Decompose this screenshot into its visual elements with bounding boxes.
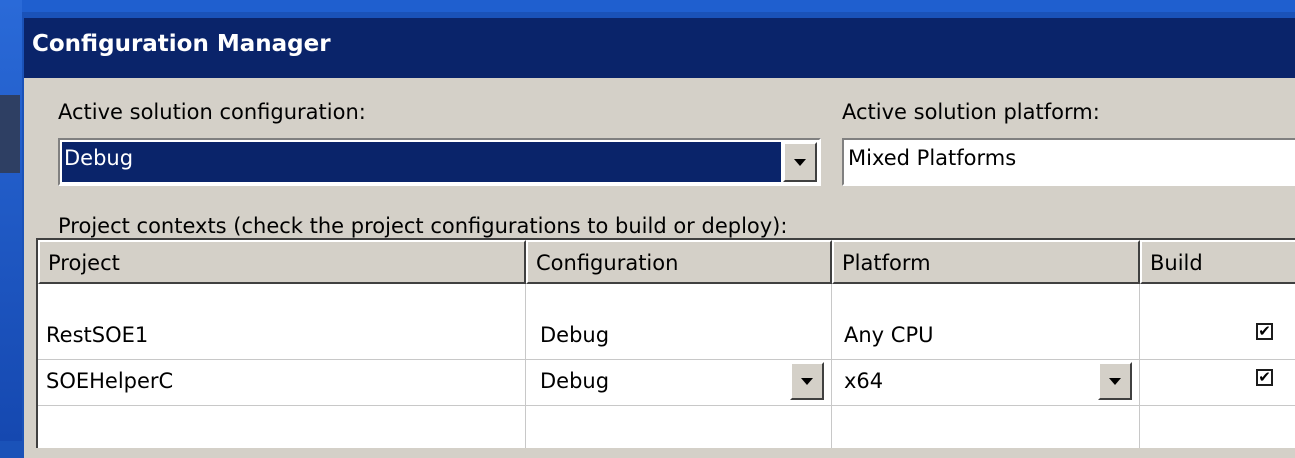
dialog-titlebar[interactable]: Configuration Manager <box>24 18 1295 78</box>
active-config-dropdown[interactable]: Debug <box>58 138 821 186</box>
checkmark-icon: ✔ <box>1258 368 1271 386</box>
active-config-label: Active solution configuration: <box>58 100 366 124</box>
platform-cell[interactable]: Any CPU <box>844 323 933 347</box>
active-platform-value: Mixed Platforms <box>848 146 1017 170</box>
active-config-dropdown-button[interactable] <box>783 142 817 182</box>
project-name-cell: SOEHelperC <box>46 369 174 393</box>
platform-cell[interactable]: x64 <box>844 369 883 393</box>
row-divider <box>38 405 1295 406</box>
column-divider <box>1139 284 1140 448</box>
active-config-value: Debug <box>64 146 134 170</box>
project-name-cell: RestSOE1 <box>46 323 149 347</box>
column-header-configuration[interactable]: Configuration <box>526 240 832 284</box>
project-contexts-grid: Project Configuration Platform Build Res… <box>36 238 1295 448</box>
column-header-build[interactable]: Build <box>1140 240 1295 284</box>
host-window-edge <box>0 0 22 441</box>
build-checkbox[interactable]: ✔ <box>1256 323 1273 340</box>
chevron-down-icon <box>801 378 813 385</box>
column-header-label: Configuration <box>536 251 679 275</box>
column-header-label: Project <box>48 251 120 275</box>
chevron-down-icon <box>1109 378 1121 385</box>
checkmark-icon: ✔ <box>1258 322 1271 340</box>
project-contexts-label: Project contexts (check the project conf… <box>58 214 788 238</box>
active-platform-label: Active solution platform: <box>842 100 1100 124</box>
row-divider <box>38 359 1295 360</box>
column-header-label: Platform <box>842 251 931 275</box>
column-header-project[interactable]: Project <box>38 240 526 284</box>
build-checkbox[interactable]: ✔ <box>1256 369 1273 386</box>
selection-highlight <box>62 142 781 182</box>
column-header-platform[interactable]: Platform <box>832 240 1140 284</box>
platform-dropdown-button[interactable] <box>1098 362 1132 400</box>
column-divider <box>831 284 832 448</box>
column-header-label: Build <box>1150 251 1203 275</box>
active-platform-dropdown[interactable]: Mixed Platforms <box>842 138 1295 186</box>
host-menu-strip <box>0 0 1295 12</box>
configuration-cell[interactable]: Debug <box>540 369 609 393</box>
chevron-down-icon <box>794 159 806 166</box>
column-divider <box>525 284 526 448</box>
configuration-cell[interactable]: Debug <box>540 323 609 347</box>
dialog-title: Configuration Manager <box>32 31 331 57</box>
host-side-panel <box>0 95 20 173</box>
configuration-dropdown-button[interactable] <box>790 362 824 400</box>
